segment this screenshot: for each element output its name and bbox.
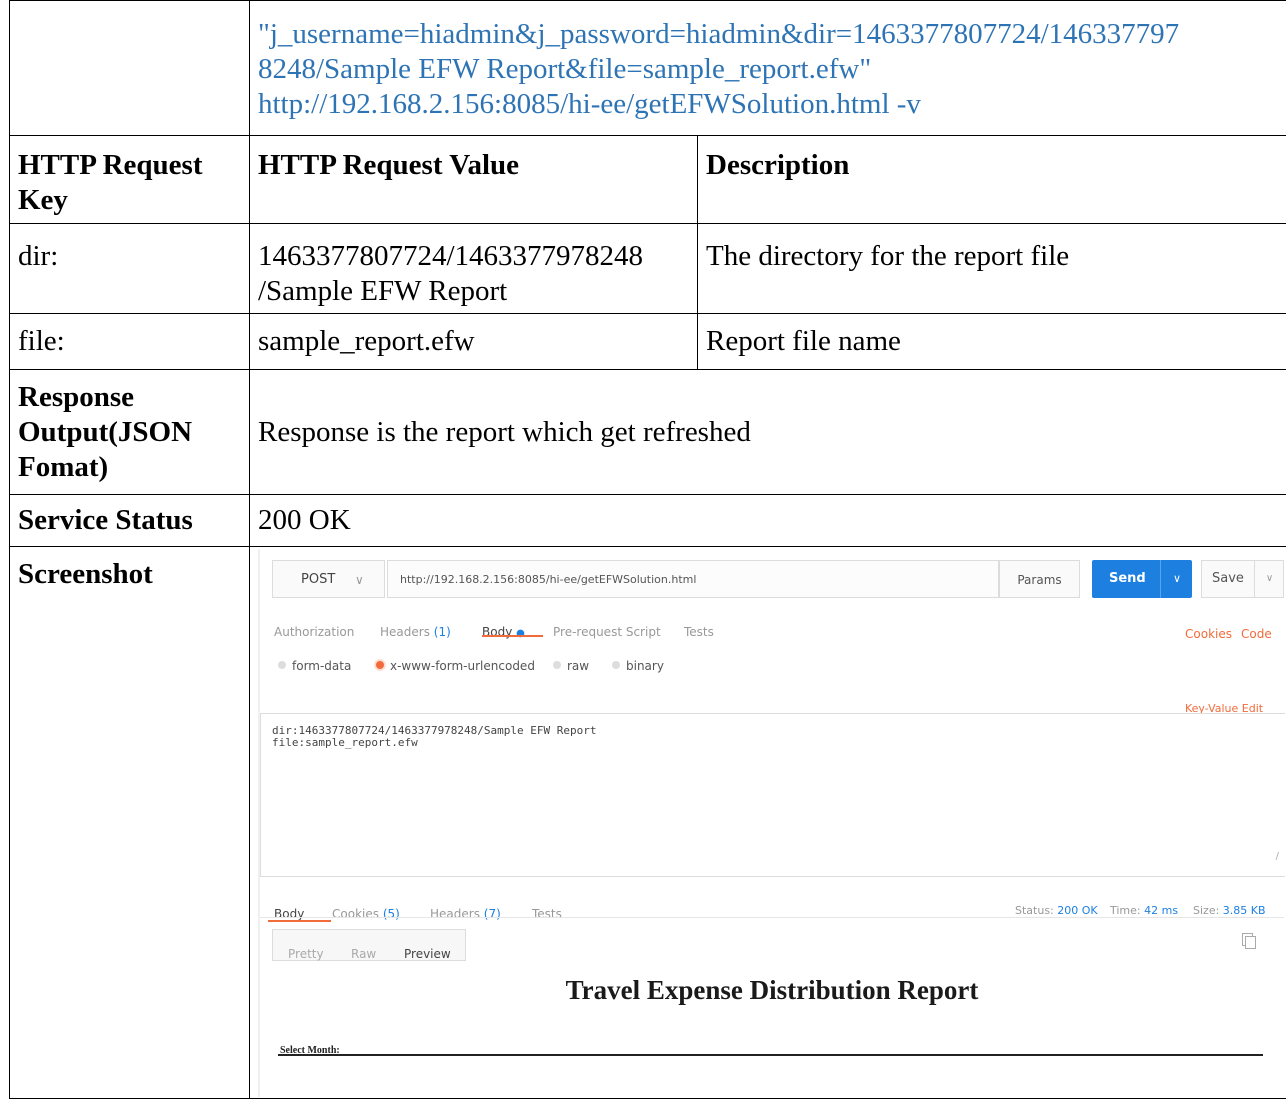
response-label: Response Output(JSON Fomat): [9, 369, 250, 495]
chevron-down-icon[interactable]: ∨: [1254, 561, 1284, 597]
tab-tests[interactable]: Tests: [684, 615, 714, 650]
save-button[interactable]: Save ∨: [1201, 560, 1284, 598]
tab-body[interactable]: Body ●: [482, 615, 525, 651]
screenshot-row: Screenshot POST ∨ http://192.168.2.156:80…: [9, 546, 1286, 1099]
radio-label: binary: [626, 659, 664, 673]
url-input[interactable]: http://192.168.2.156:8085/hi-ee/getEFWSo…: [387, 560, 999, 598]
radio-circle-icon: [612, 661, 620, 669]
response-tab-headers[interactable]: Headers (7): [430, 897, 501, 932]
radio-raw[interactable]: raw: [553, 649, 589, 684]
request-tabs: Authorization Headers (1) Body ● Pre-req…: [274, 611, 1284, 641]
tab-headers-label: Headers: [380, 625, 430, 639]
send-button[interactable]: Send ∨: [1092, 560, 1192, 598]
radio-x-www-form-urlencoded[interactable]: x-www-form-urlencoded: [376, 649, 535, 684]
view-raw[interactable]: Raw: [351, 937, 376, 972]
response-row: Response Output(JSON Fomat) Response is …: [9, 369, 1286, 495]
header-description: Description: [697, 135, 1286, 224]
send-label: Send: [1109, 571, 1146, 586]
table-row: dir: 1463377807724/1463377978248 /Sample…: [9, 223, 1286, 314]
cookies-link[interactable]: Cookies: [1185, 617, 1232, 652]
row-description: The directory for the report file: [697, 223, 1286, 314]
curl-command-line-1: "j_username=hiadmin&j_password=hiadmin&d…: [258, 18, 1180, 50]
view-preview[interactable]: Preview: [404, 937, 451, 972]
tab-authorization[interactable]: Authorization: [274, 615, 354, 650]
response-status: Status: 200 OK: [1015, 893, 1098, 928]
screenshot-label: Screenshot: [9, 546, 250, 1099]
request-url-bar: POST ∨ http://192.168.2.156:8085/hi-ee/ge…: [272, 560, 1284, 598]
header-key: HTTP Request Key: [9, 135, 250, 224]
row-value: 1463377807724/1463377978248 /Sample EFW …: [249, 223, 698, 314]
active-tab-indicator: [268, 920, 331, 922]
report-divider: [278, 1054, 1263, 1056]
size-value: 3.85 KB: [1222, 904, 1266, 917]
curl-row: "j_username=hiadmin&j_password=hiadmin&d…: [9, 0, 1286, 136]
edge-marker: [258, 571, 260, 579]
time-value: 42 ms: [1144, 904, 1179, 917]
api-doc-table: "j_username=hiadmin&j_password=hiadmin&d…: [9, 0, 1286, 1099]
chevron-down-icon: ∨: [355, 573, 364, 587]
headers-count: (7): [483, 907, 501, 921]
curl-command: "j_username=hiadmin&j_password=hiadmin&d…: [258, 5, 1279, 122]
chevron-down-icon[interactable]: ∨: [1160, 560, 1193, 598]
radio-circle-icon: [278, 661, 286, 669]
radio-circle-icon: [553, 661, 561, 669]
size-label: Size:: [1193, 904, 1220, 917]
active-tab-indicator: [482, 635, 543, 637]
row-key: file:: [9, 313, 250, 370]
copy-icon[interactable]: [1242, 933, 1256, 949]
method-select[interactable]: POST ∨: [272, 560, 385, 598]
tab-prerequest-script[interactable]: Pre-request Script: [553, 615, 661, 650]
radio-label: raw: [567, 659, 590, 673]
time-label: Time:: [1110, 904, 1141, 917]
screenshot-cell: POST ∨ http://192.168.2.156:8085/hi-ee/ge…: [249, 546, 1286, 1099]
curl-command-cell: "j_username=hiadmin&j_password=hiadmin&d…: [249, 0, 1286, 136]
header-value: HTTP Request Value: [249, 135, 698, 224]
view-pretty[interactable]: Pretty: [288, 937, 324, 972]
response-tab-cookies-label: Cookies: [332, 907, 379, 921]
tab-headers[interactable]: Headers (1): [380, 615, 451, 650]
response-tab-tests[interactable]: Tests: [532, 897, 562, 932]
method-label: POST: [301, 572, 336, 587]
view-mode-toggle: Pretty Raw Preview: [272, 929, 466, 961]
radio-label: form-data: [292, 659, 352, 673]
cookies-count: (5): [382, 907, 400, 921]
body-line: dir:1463377807724/1463377978248/Sample E…: [272, 724, 597, 737]
response-size: Size: 3.85 KB: [1193, 893, 1266, 928]
response-tab-headers-label: Headers: [430, 907, 480, 921]
resize-handle-icon[interactable]: ∕: [1276, 839, 1279, 874]
row-description: Report file name: [697, 313, 1286, 370]
body-line: file:sample_report.efw: [272, 736, 418, 749]
response-value: Response is the report which get refresh…: [249, 369, 1286, 495]
code-link[interactable]: Code: [1241, 617, 1272, 652]
response-tab-cookies[interactable]: Cookies (5): [332, 897, 400, 932]
report-title: Travel Expense Distribution Report: [565, 975, 979, 1005]
row-key: dir:: [9, 223, 250, 314]
radio-selected-icon: [376, 661, 384, 669]
save-label: Save: [1212, 571, 1244, 586]
curl-command-line-2: 8248/Sample EFW Report&file=sample_repor…: [258, 53, 872, 85]
modified-dot-icon: ●: [516, 628, 525, 639]
radio-binary[interactable]: binary: [612, 649, 664, 684]
status-row: Service Status 200 OK: [9, 494, 1286, 547]
curl-command-line-3: http://192.168.2.156:8085/hi-ee/getEFWSo…: [258, 88, 921, 120]
radio-form-data[interactable]: form-data: [278, 649, 351, 684]
postman-screenshot: POST ∨ http://192.168.2.156:8085/hi-ee/ge…: [258, 549, 1286, 1097]
body-editor[interactable]: dir:1463377807724/1463377978248/Sample E…: [260, 713, 1285, 877]
table-row: file: sample_report.efw Report file name: [9, 313, 1286, 370]
select-month-label: Select Month:: [280, 1045, 340, 1056]
params-button[interactable]: Params: [999, 560, 1080, 598]
response-time: Time: 42 ms: [1110, 893, 1178, 928]
radio-label: x-www-form-urlencoded: [390, 659, 535, 673]
status-value: 200 OK: [249, 494, 1286, 547]
headers-count: (1): [433, 625, 451, 639]
curl-row-empty-cell: [9, 0, 250, 136]
row-value: sample_report.efw: [249, 313, 698, 370]
response-tab-body[interactable]: Body: [274, 897, 304, 932]
header-row: HTTP Request Key HTTP Request Value Desc…: [9, 135, 1286, 224]
divider: [260, 917, 1284, 918]
status-value: 200 OK: [1057, 904, 1098, 917]
status-label: Status:: [1015, 904, 1054, 917]
status-label: Service Status: [9, 494, 250, 547]
